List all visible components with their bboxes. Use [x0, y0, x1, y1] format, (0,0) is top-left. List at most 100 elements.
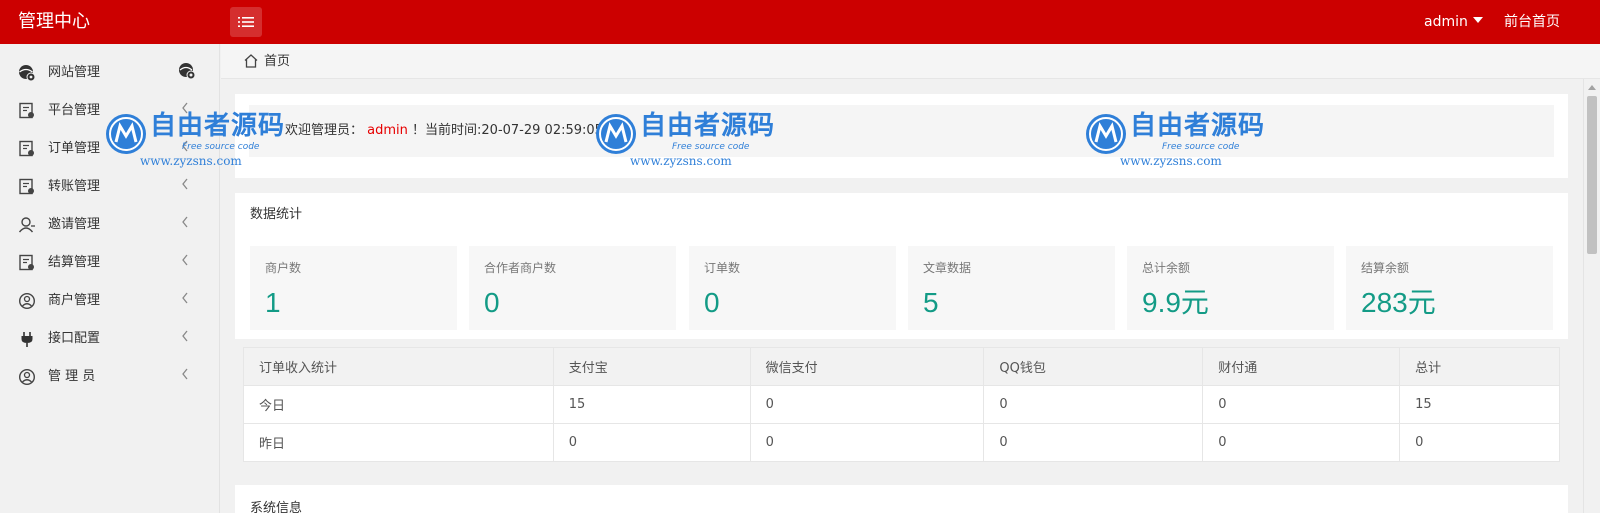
sidebar-item-label: 订单管理	[48, 141, 101, 156]
watermark-subtext: Free source code	[672, 142, 750, 152]
stat-value: 5	[923, 287, 939, 318]
chevron-left-icon	[182, 330, 188, 342]
table-header: 微信支付	[749, 347, 985, 386]
sidebar-item-api-config[interactable]: 接口配置	[0, 320, 220, 358]
chevron-left-icon	[182, 368, 188, 380]
sidebar-item-label: 结算管理	[48, 255, 101, 270]
scroll-up-arrow-icon[interactable]	[1588, 85, 1596, 90]
watermark-logo-icon	[596, 114, 636, 154]
chevron-left-icon	[182, 292, 188, 304]
watermark-logo-icon	[106, 114, 146, 154]
table-header-row: 订单收入统计 支付宝 微信支付 QQ钱包 财付通 总计	[243, 347, 1560, 386]
stat-value: 0	[704, 287, 720, 318]
table-cell: 15	[1399, 385, 1560, 424]
sidebar-item-merchants[interactable]: 商户管理	[0, 282, 220, 320]
watermark-url: www.zyzsns.com	[630, 154, 732, 168]
stats-title: 数据统计	[250, 207, 303, 222]
top-navbar: 管理中心 admin 前台首页	[0, 0, 1600, 44]
stat-value: 283元	[1361, 287, 1436, 318]
user-icon	[18, 217, 35, 233]
table-cell: 0	[552, 423, 751, 462]
stat-settlement-balance: 结算余额 283元	[1346, 246, 1553, 330]
table-cell: 0	[983, 423, 1204, 462]
welcome-time: ！当前时间:20-07-29 02:59:05	[412, 123, 603, 138]
stats-card: 数据统计 商户数 1 合作者商户数 0 订单数 0 文章数据 5 总计余额 9.…	[235, 193, 1568, 339]
watermark: 自由者源码 Free source code www.zyzsns.com	[104, 100, 304, 168]
watermark: 自由者源码 Free source code www.zyzsns.com	[594, 100, 794, 168]
table-header: 订单收入统计	[243, 347, 554, 386]
table-cell: 0	[1202, 423, 1401, 462]
table-cell: 昨日	[243, 423, 554, 462]
table-cell: 0	[749, 423, 985, 462]
table-cell: 15	[552, 385, 751, 424]
sidebar-item-label: 网站管理	[48, 65, 101, 80]
chevron-left-icon	[182, 178, 188, 190]
table-cell: 0	[983, 385, 1204, 424]
welcome-card: 欢迎管理员： admin ！当前时间:20-07-29 02:59:05	[235, 94, 1568, 178]
document-icon	[19, 178, 34, 195]
income-stats-table: 订单收入统计 支付宝 微信支付 QQ钱包 财付通 总计 今日 15 0 0 0 …	[243, 347, 1560, 462]
sidebar-item-label: 管 理 员	[48, 369, 96, 384]
stat-label: 订单数	[704, 261, 741, 275]
stat-value: 0	[484, 287, 500, 318]
watermark-text: 自由者源码	[150, 111, 286, 141]
table-cell: 0	[1202, 385, 1401, 424]
sidebar-item-website[interactable]: 网站管理	[0, 54, 220, 92]
stat-merchants: 商户数 1	[250, 246, 457, 330]
brand-title[interactable]: 管理中心	[18, 10, 90, 34]
menu-toggle-button[interactable]	[230, 7, 262, 37]
stat-label: 合作者商户数	[484, 261, 557, 275]
table-header: 财付通	[1202, 347, 1401, 386]
watermark-url: www.zyzsns.com	[1120, 154, 1222, 168]
caret-down-icon	[1472, 17, 1483, 23]
sidebar-item-administrators[interactable]: 管 理 员	[0, 358, 220, 396]
front-home-link[interactable]: 前台首页	[1504, 12, 1560, 32]
watermark-text: 自由者源码	[1130, 111, 1266, 141]
home-icon[interactable]	[243, 53, 259, 69]
table-header: 支付宝	[552, 347, 751, 386]
page-scrollbar[interactable]	[1583, 79, 1600, 513]
sidebar-item-label: 商户管理	[48, 293, 101, 308]
document-icon	[19, 140, 34, 157]
stat-label: 文章数据	[923, 261, 972, 275]
sidebar-item-label: 接口配置	[48, 331, 101, 346]
sidebar-item-invite[interactable]: 邀请管理	[0, 206, 220, 244]
document-icon	[19, 102, 34, 119]
stat-orders: 订单数 0	[689, 246, 896, 330]
watermark-subtext: Free source code	[182, 142, 260, 152]
sidebar-item-transfer[interactable]: 转账管理	[0, 168, 220, 206]
table-header: QQ钱包	[983, 347, 1204, 386]
watermark: 自由者源码 Free source code www.zyzsns.com	[1084, 100, 1284, 168]
table-cell: 0	[1399, 423, 1560, 462]
user-name: admin	[1424, 14, 1468, 30]
system-info-card: 系统信息	[235, 485, 1568, 513]
sidebar-item-label: 邀请管理	[48, 217, 101, 232]
user-menu-dropdown[interactable]: admin	[1424, 12, 1483, 32]
stat-value: 1	[265, 287, 281, 318]
breadcrumb-home[interactable]: 首页	[264, 53, 290, 71]
stat-label: 结算余额	[1361, 261, 1410, 275]
sidebar-item-label: 转账管理	[48, 179, 101, 194]
stat-value: 9.9元	[1142, 287, 1209, 318]
stat-label: 总计余额	[1142, 261, 1191, 275]
sidebar-item-settlement[interactable]: 结算管理	[0, 244, 220, 282]
table-header: 总计	[1399, 347, 1560, 386]
stat-articles: 文章数据 5	[908, 246, 1115, 330]
table-cell: 今日	[243, 385, 554, 424]
watermark-logo-icon	[1086, 114, 1126, 154]
globe-icon	[19, 65, 36, 82]
welcome-panel: 欢迎管理员： admin ！当前时间:20-07-29 02:59:05	[249, 105, 1554, 157]
document-icon	[19, 254, 34, 271]
scroll-thumb[interactable]	[1587, 96, 1597, 254]
system-info-title: 系统信息	[250, 501, 303, 513]
hamburger-icon	[238, 17, 254, 27]
welcome-username: admin	[367, 123, 408, 138]
table-row: 昨日 0 0 0 0 0	[243, 423, 1560, 462]
stat-partner-merchants: 合作者商户数 0	[469, 246, 676, 330]
table-cell: 0	[749, 385, 985, 424]
plug-icon	[21, 332, 33, 347]
watermark-subtext: Free source code	[1162, 142, 1240, 152]
sidebar-item-label: 平台管理	[48, 103, 101, 118]
stat-label: 商户数	[265, 261, 302, 275]
user-circle-icon	[18, 368, 36, 386]
